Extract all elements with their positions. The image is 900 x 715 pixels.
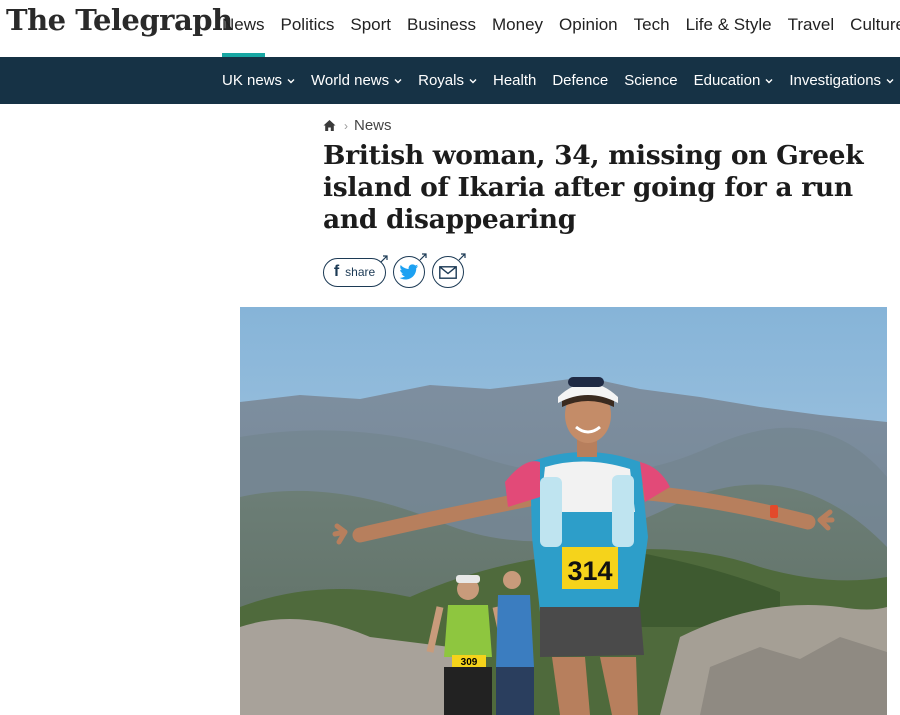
home-icon[interactable] (323, 119, 336, 132)
telegraph-logo[interactable]: The Telegraph (6, 3, 233, 37)
twitter-share-button[interactable] (393, 253, 427, 288)
main-nav-money[interactable]: Money (484, 0, 551, 57)
chevron-down-icon (287, 78, 295, 83)
main-nav-tech[interactable]: Tech (626, 0, 678, 57)
main-nav-culture[interactable]: Culture (842, 0, 900, 57)
subnav-education[interactable]: Education (686, 57, 782, 104)
breadcrumb: › News (323, 117, 392, 134)
subnav-label: Health (492, 72, 537, 89)
subnav-royals[interactable]: Royals (410, 57, 485, 104)
subnav-label: Science (624, 72, 678, 89)
subnav-label: Royals (418, 72, 464, 89)
subnav-uk-news[interactable]: UK news (214, 57, 303, 104)
external-arrow-icon (458, 253, 466, 261)
subnav-label: Investigations (789, 72, 882, 89)
subnav-world-news[interactable]: World news (303, 57, 410, 104)
facebook-share-button[interactable]: f share (323, 254, 388, 287)
chevron-down-icon (886, 78, 894, 83)
chevron-down-icon (469, 78, 477, 83)
section-sub-nav: UK news World news Royals Health Defence… (0, 57, 900, 104)
subnav-science[interactable]: Science (616, 57, 685, 104)
subnav-label: Defence (552, 72, 609, 89)
chevron-down-icon (765, 78, 773, 83)
subnav-defence[interactable]: Defence (544, 57, 616, 104)
main-nav-politics[interactable]: Politics (273, 0, 343, 57)
main-nav-opinion[interactable]: Opinion (551, 0, 626, 57)
masthead: The Telegraph News Politics Sport Busine… (0, 0, 900, 57)
facebook-share-label: share (345, 265, 376, 279)
subnav-health[interactable]: Health (485, 57, 544, 104)
breadcrumb-separator: › (344, 118, 348, 133)
main-nav-business[interactable]: Business (399, 0, 484, 57)
runner-watch (770, 505, 778, 518)
chevron-down-icon (394, 78, 402, 83)
main-nav-news[interactable]: News (214, 0, 273, 57)
external-arrow-icon (419, 253, 427, 261)
trail-runner-photo: 309 314 (240, 307, 887, 715)
bib-number-main: 314 (567, 556, 612, 586)
share-bar: f share (323, 253, 466, 288)
envelope-icon (439, 265, 457, 279)
email-share-button[interactable] (432, 253, 466, 288)
external-arrow-icon (380, 254, 388, 262)
main-nav-travel[interactable]: Travel (780, 0, 843, 57)
main-nav-sport[interactable]: Sport (342, 0, 399, 57)
facebook-icon: f (333, 263, 340, 280)
breadcrumb-section-link[interactable]: News (354, 117, 392, 134)
subnav-label: Education (693, 72, 761, 89)
subnav-investigations[interactable]: Investigations (781, 57, 900, 104)
article-hero-image: 309 314 (240, 307, 887, 715)
subnav-label: World news (311, 72, 390, 89)
article-headline: British woman, 34, missing on Greek isla… (323, 140, 864, 235)
bib-number-secondary: 309 (461, 657, 478, 668)
twitter-bird-icon (399, 263, 419, 279)
main-nav-life-style[interactable]: Life & Style (678, 0, 780, 57)
main-nav: News Politics Sport Business Money Opini… (214, 0, 900, 57)
subnav-label: UK news (222, 72, 283, 89)
